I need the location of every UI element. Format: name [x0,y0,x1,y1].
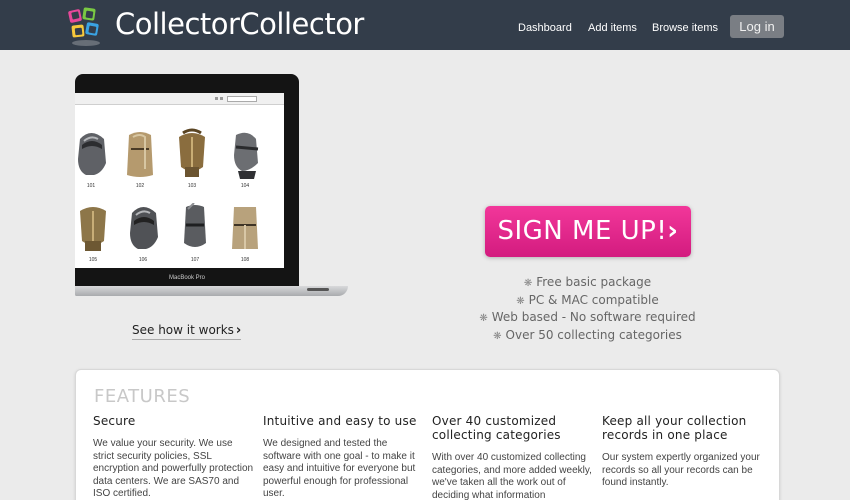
feature-records: Keep all your collection records in one … [602,414,764,490]
logo-icon [68,7,100,46]
asterisk-icon: ❋ [479,313,488,324]
asterisk-icon: ❋ [523,278,533,289]
grid-item: 104 [225,129,265,189]
great-helm-icon [232,207,258,249]
laptop-brand-label: MacBook Pro [168,275,205,281]
feature-description: With over 40 customized collecting categ… [432,452,592,500]
feature-heading: Over 40 customized collecting categories [432,414,561,442]
benefit-text: PC & MAC compatible [528,292,659,307]
item-number: 106 [138,257,148,263]
grid-item: 101 [75,129,111,189]
item-number: 104 [240,183,250,189]
item-number: 102 [135,183,145,189]
breastplate-icon [179,128,205,177]
feature-heading: Intuitive and easy to use [263,414,417,428]
toolbar-dot-icon [220,97,223,100]
grid-item: 102 [120,129,160,189]
grid-item: 105 [75,203,113,263]
great-helm-icon [127,132,153,177]
feature-intuitive: Intuitive and easy to use We designed an… [263,414,425,500]
feature-heading: Secure [93,414,136,428]
benefit-item: ❋ PC & MAC compatible [440,292,735,310]
sign-me-up-label: SIGN ME UP! [497,216,668,246]
grid-item: 103 [172,127,212,189]
feature-heading: Keep all your collection records in one … [602,414,747,442]
chevron-right-icon: › [235,323,242,338]
chevron-right-icon: › [667,216,679,246]
grid-item: 108 [225,203,265,263]
feature-description: We value your security. We use strict se… [93,438,254,499]
nav-dashboard[interactable]: Dashboard [518,22,572,34]
laptop-screen-frame: 101 102 103 104 105 106 107 108 MacBook … [75,74,299,292]
item-number: 103 [187,183,197,189]
asterisk-icon: ❋ [516,295,525,307]
asterisk-icon: ❋ [493,330,502,342]
feature-description: We designed and tested the software with… [263,438,416,499]
benefits-list: ❋ Free basic package ❋ PC & MAC compatible… [440,274,735,344]
benefit-text: Free basic package [536,275,652,289]
item-number: 105 [88,257,98,263]
benefit-text: Web based - No software required [491,310,696,324]
laptop-screen: 101 102 103 104 105 106 107 108 [75,93,284,268]
benefit-text: Over 50 collecting categories [505,327,682,342]
feature-secure: Secure We value your security. We use st… [93,414,255,500]
grid-item: 107 [175,203,215,263]
see-how-label: See how it works [132,323,234,337]
benefit-item: ❋ Web based - No software required [440,309,735,327]
laptop-notch [307,288,329,291]
nav-add-items[interactable]: Add items [588,22,637,34]
breastplate-icon [80,207,106,251]
grid-item: 106 [123,203,163,263]
browser-url-field [227,96,257,102]
features-panel: FEATURES Secure We value your security. … [75,369,780,500]
benefit-item: ❋ Over 50 collecting categories [440,327,735,345]
features-title: FEATURES [94,386,191,407]
see-how-it-works-link[interactable]: See how it works › [132,323,242,340]
nav-browse-items[interactable]: Browse items [652,22,718,34]
feature-categories: Over 40 customized collecting categories… [432,414,594,500]
login-button[interactable]: Log in [730,15,784,38]
item-number: 108 [240,257,250,263]
logo-text[interactable]: CollectorCollector [115,5,364,43]
helmet-icon [78,133,106,175]
item-number: 101 [86,183,96,189]
feature-description: Our system expertly organized your recor… [602,452,760,488]
laptop-preview: 101 102 103 104 105 106 107 108 MacBook … [75,74,350,312]
browser-toolbar [75,93,284,105]
item-number: 107 [190,257,200,263]
great-helm-icon [184,203,206,247]
toolbar-dot-icon [215,97,218,100]
top-navbar: CollectorCollector Dashboard Add items B… [0,0,850,50]
benefit-item: ❋ Free basic package [440,274,735,292]
visored-helmet-icon [234,132,259,179]
sign-me-up-button[interactable]: SIGN ME UP!› [485,206,691,257]
helmet-icon [130,207,158,249]
